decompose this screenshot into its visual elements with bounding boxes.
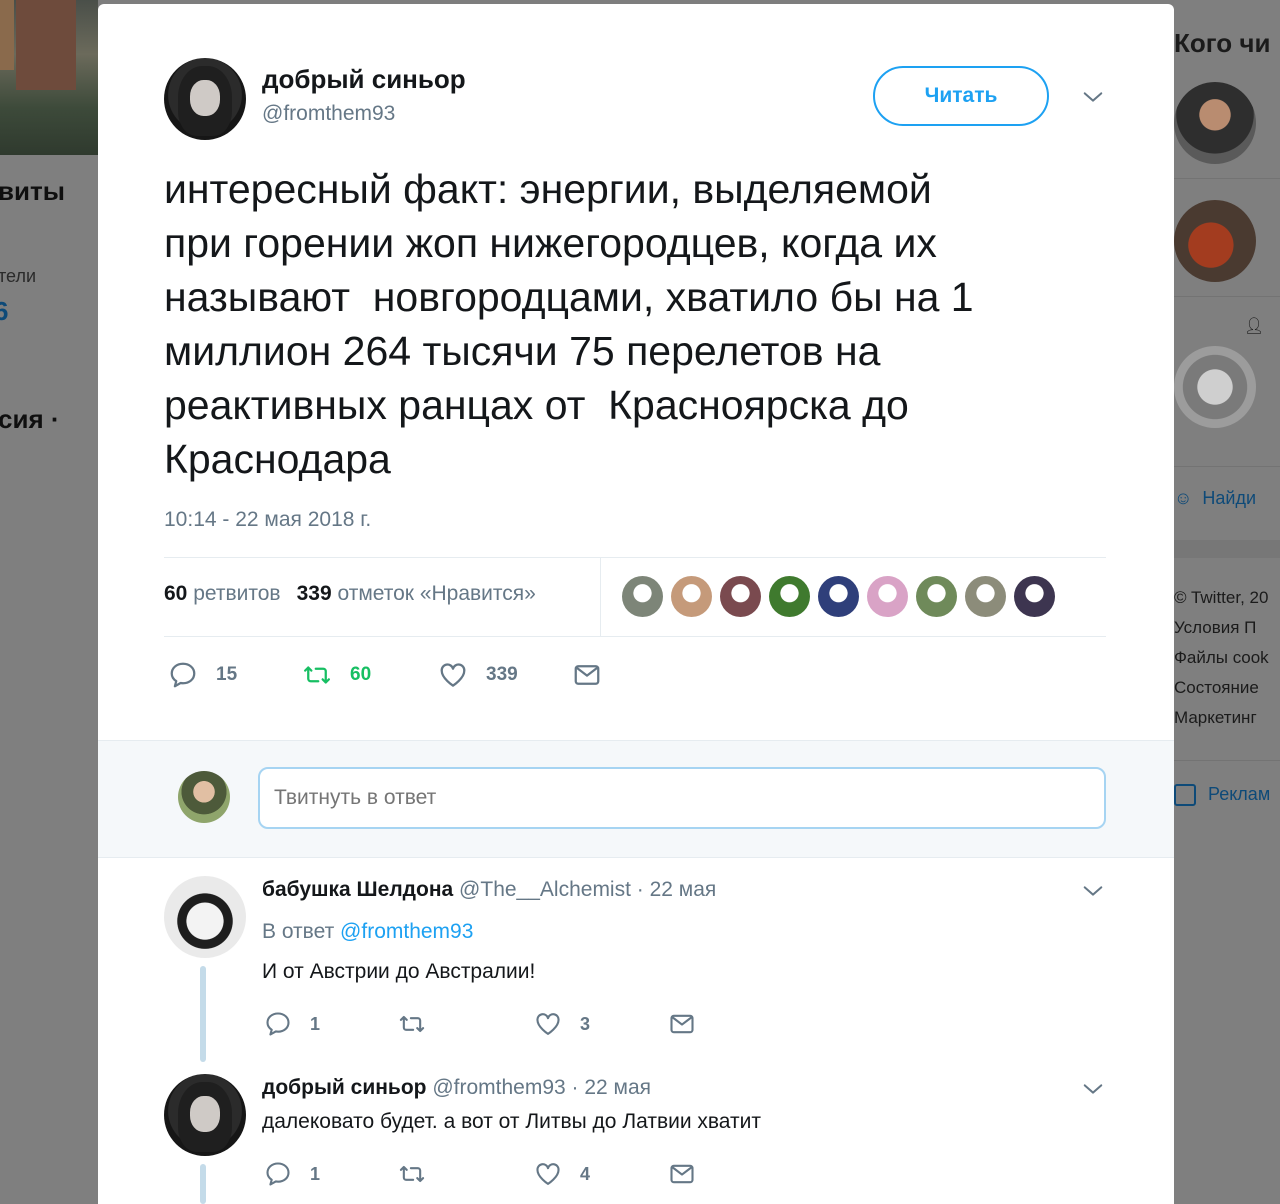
envelope-icon — [574, 665, 600, 685]
footer-status[interactable]: Состояние — [1174, 678, 1259, 698]
retweet-action[interactable] — [398, 1010, 534, 1038]
find-people-link[interactable]: ☺︎ Найди — [1174, 488, 1256, 509]
ads-link[interactable]: Реклам — [1174, 784, 1270, 807]
retweet-icon — [304, 666, 330, 684]
dm-action[interactable] — [572, 660, 602, 690]
liker-avatar[interactable] — [769, 576, 810, 617]
tweet-modal: добрый синьор @fromthem93 Читать интерес… — [98, 4, 1174, 1204]
reply-composer — [98, 740, 1174, 858]
reply-bubble-icon — [266, 1012, 290, 1036]
reply-author[interactable]: бабушка Шелдона @The__Alchemist · 22 мая — [262, 878, 716, 902]
profile-banner-image — [0, 0, 98, 155]
person-icon: 👤︎ — [1244, 318, 1265, 335]
tweet-stats: 60 ретвитов 339 отметок «Нравится» — [164, 582, 536, 606]
reply-bubble-icon — [266, 1162, 290, 1186]
like-action[interactable]: 339 — [438, 660, 572, 690]
retweets-stat[interactable]: 60 ретвитов — [164, 582, 281, 606]
reply-bubble-icon — [170, 662, 196, 688]
liker-avatar[interactable] — [622, 576, 663, 617]
envelope-icon — [670, 1014, 694, 1034]
reply-author[interactable]: добрый синьор @fromthem93 · 22 мая — [262, 1076, 651, 1100]
reply-text: далековато будет. а вот от Литвы до Латв… — [262, 1110, 761, 1133]
reply-text: И от Австрии до Австралии! — [262, 960, 536, 983]
reply-tweet[interactable]: бабушка Шелдона @The__Alchemist · 22 мая… — [98, 858, 1174, 1064]
tweet-timestamp[interactable]: 10:14 - 22 мая 2018 г. — [164, 508, 371, 532]
liker-avatar[interactable] — [720, 576, 761, 617]
retweet-icon — [399, 1165, 425, 1183]
author-handle[interactable]: @fromthem93 — [262, 102, 395, 126]
external-arrow-icon — [1174, 784, 1196, 807]
liker-avatar[interactable] — [1014, 576, 1055, 617]
in-reply-to-handle[interactable]: @fromthem93 — [340, 920, 473, 943]
chevron-down-icon[interactable] — [1082, 86, 1104, 108]
reply-action[interactable]: 1 — [264, 1160, 398, 1188]
thread-connector — [200, 966, 206, 1062]
likes-stat[interactable]: 339 отметок «Нравится» — [297, 582, 536, 606]
chevron-down-icon[interactable] — [1082, 1078, 1104, 1100]
footer-terms[interactable]: Условия П — [1174, 618, 1256, 638]
reply-tweet[interactable]: добрый синьор @fromthem93 · 22 мая далек… — [98, 1064, 1174, 1204]
like-action[interactable]: 3 — [534, 1010, 668, 1038]
reply-action-bar: 1 4 — [264, 1160, 696, 1188]
liker-avatar[interactable] — [818, 576, 859, 617]
follow-button[interactable]: Читать — [873, 66, 1049, 126]
reply-input[interactable] — [258, 767, 1106, 829]
bg-location-text: сия · — [0, 404, 60, 434]
author-display-name[interactable]: добрый синьор — [262, 64, 466, 95]
footer-marketing[interactable]: Маркетинг — [1174, 708, 1257, 728]
chevron-down-icon[interactable] — [1082, 880, 1104, 902]
bg-tab-tweets: виты — [0, 176, 65, 206]
reply-action-bar: 1 3 — [264, 1010, 696, 1038]
footer-copyright: © Twitter, 20 — [1174, 588, 1269, 607]
background-right-column: Кого чи 👤︎ ☺︎ Найди © Twitter, 20 Условия… — [1174, 0, 1280, 1204]
bg-label-readers: тели — [0, 266, 37, 286]
retweet-action[interactable] — [398, 1160, 534, 1188]
retweet-action[interactable]: 60 — [302, 660, 438, 690]
suggested-user-avatar — [1174, 82, 1256, 164]
heart-icon — [536, 1013, 560, 1035]
retweet-icon — [399, 1015, 425, 1033]
dm-action[interactable] — [668, 1160, 696, 1188]
liker-avatar[interactable] — [867, 576, 908, 617]
who-to-follow-title: Кого чи — [1174, 28, 1271, 58]
suggested-user-avatar — [1174, 346, 1256, 428]
reply-action[interactable]: 15 — [168, 660, 302, 690]
current-user-avatar — [178, 771, 230, 823]
reply-author-avatar[interactable] — [164, 1074, 246, 1156]
dm-action[interactable] — [668, 1010, 696, 1038]
tweet-text: интересный факт: энергии, выделяемой при… — [164, 166, 974, 482]
people-icon: ☺︎ — [1174, 488, 1193, 508]
footer-cookies[interactable]: Файлы cook — [1174, 648, 1269, 668]
liker-avatar[interactable] — [916, 576, 957, 617]
liker-avatar[interactable] — [671, 576, 712, 617]
liker-avatar[interactable] — [965, 576, 1006, 617]
thread-connector — [200, 1164, 206, 1204]
likers-avatar-row — [622, 576, 1055, 617]
bg-count-readers: 6 — [0, 296, 9, 326]
tweet-action-bar: 15 60 339 — [168, 660, 602, 690]
background-left-column: виты тели 6 сия · — [0, 0, 98, 1204]
reply-author-avatar[interactable] — [164, 876, 246, 958]
heart-icon — [536, 1163, 560, 1185]
like-action[interactable]: 4 — [534, 1160, 668, 1188]
heart-icon — [440, 663, 466, 687]
author-avatar[interactable] — [164, 58, 246, 140]
reply-action[interactable]: 1 — [264, 1010, 398, 1038]
in-reply-to: В ответ @fromthem93 — [262, 920, 474, 943]
envelope-icon — [670, 1164, 694, 1184]
suggested-user-avatar — [1174, 200, 1256, 282]
